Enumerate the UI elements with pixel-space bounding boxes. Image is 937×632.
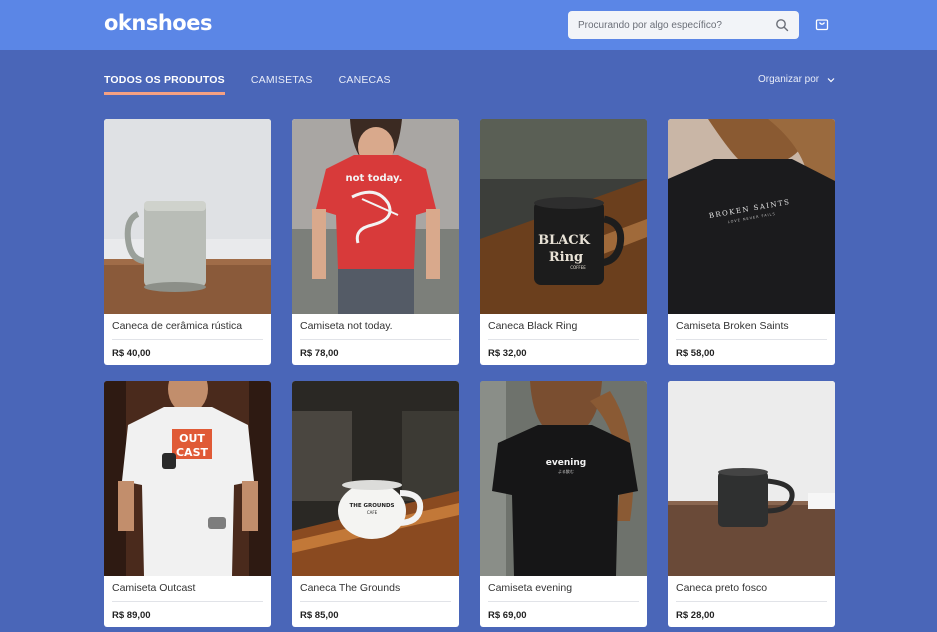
product-price: R$ 32,00 [488,348,527,359]
product-price: R$ 58,00 [676,348,715,359]
shirt-print-subtext: よる飲む [558,468,574,474]
product-name[interactable]: Camiseta evening [488,582,639,602]
product-name[interactable]: Camiseta Outcast [112,582,263,602]
product-name[interactable]: Caneca preto fosco [676,582,827,602]
tab-camisetas[interactable]: CAMISETAS [251,74,313,95]
product-price: R$ 89,00 [112,610,151,621]
product-image-matte-black-mug[interactable] [668,381,835,576]
product-name[interactable]: Camiseta Broken Saints [676,320,827,340]
product-image-outcast-tshirt[interactable]: OUT CAST [104,381,271,576]
logo[interactable]: oknshoes [104,11,212,35]
shirt-print-text: not today. [346,173,403,184]
product-image-not-today-tshirt[interactable]: not today. [292,119,459,314]
category-tabs: TODOS OS PRODUTOS CAMISETAS CANECAS [104,74,417,95]
shirt-print-text-2: CAST [176,446,209,459]
shirt-print-text: evening [546,458,586,468]
product-grid: Caneca de cerâmica rústica R$ 40,00 not … [104,119,835,627]
product-price: R$ 28,00 [676,610,715,621]
product-card[interactable]: evening よる飲む Camiseta evening R$ 69,00 [480,381,647,627]
product-name[interactable]: Caneca de cerâmica rústica [112,320,263,340]
mug-print-text-1: BLACK [538,233,591,248]
mug-print-text-3: COFFEE [570,265,586,270]
product-price: R$ 78,00 [300,348,339,359]
product-price: R$ 85,00 [300,610,339,621]
tab-canecas[interactable]: CANECAS [339,74,391,95]
product-card[interactable]: Caneca preto fosco R$ 28,00 [668,381,835,627]
shirt-print-text-1: OUT [179,432,205,445]
product-price: R$ 40,00 [112,348,151,359]
product-image-grounds-mug[interactable]: THE GROUNDS CAFE [292,381,459,576]
product-price: R$ 69,00 [488,610,527,621]
product-name[interactable]: Caneca The Grounds [300,582,451,602]
product-name[interactable]: Caneca Black Ring [488,320,639,340]
mug-print-subtext: CAFE [367,510,378,515]
product-card[interactable]: not today. Camiseta not today. R$ 78,00 [292,119,459,365]
chevron-down-icon [827,77,835,82]
product-card[interactable]: BROKEN SAINTS LOVE NEVER FAILS Camiseta … [668,119,835,365]
sort-label: Organizar por [758,74,820,85]
shopping-bag-icon[interactable] [815,17,829,31]
product-card[interactable]: THE GROUNDS CAFE Caneca The Grounds R$ 8… [292,381,459,627]
product-image-ceramic-mug[interactable] [104,119,271,314]
product-image-broken-saints-tshirt[interactable]: BROKEN SAINTS LOVE NEVER FAILS [668,119,835,314]
search-box[interactable] [568,11,799,39]
sort-dropdown[interactable]: Organizar por [758,74,835,85]
product-card[interactable]: BLACK Ring COFFEE Caneca Black Ring R$ 3… [480,119,647,365]
mug-print-text-2: Ring [549,250,583,265]
tab-todos-os-produtos[interactable]: TODOS OS PRODUTOS [104,74,225,95]
product-image-black-ring-mug[interactable]: BLACK Ring COFFEE [480,119,647,314]
product-card[interactable]: OUT CAST Camiseta Outcast R$ 89,00 [104,381,271,627]
mug-print-text: THE GROUNDS [349,503,394,509]
product-card[interactable]: Caneca de cerâmica rústica R$ 40,00 [104,119,271,365]
top-bar: oknshoes [0,0,937,50]
search-input[interactable] [578,19,775,31]
product-name[interactable]: Camiseta not today. [300,320,451,340]
search-icon[interactable] [775,18,789,32]
product-image-evening-tshirt[interactable]: evening よる飲む [480,381,647,576]
